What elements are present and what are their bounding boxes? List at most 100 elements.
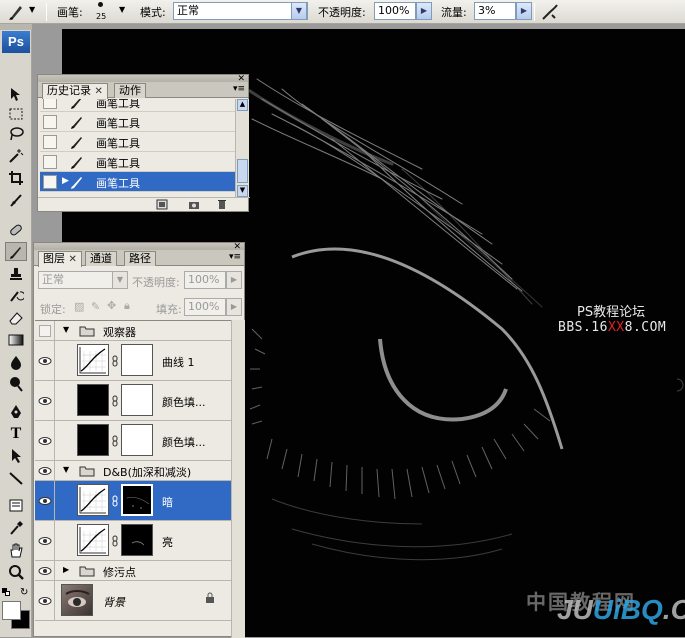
healing-brush-icon[interactable] — [5, 220, 27, 239]
history-source-checkbox[interactable] — [43, 115, 57, 129]
slice-tool-icon[interactable] — [5, 190, 27, 209]
layer-group-row[interactable]: ▼ D&B(加深和减淡) — [35, 461, 231, 481]
layer-visibility-toggle[interactable] — [35, 581, 55, 620]
blur-tool-icon[interactable] — [5, 352, 27, 371]
swap-colors-icon[interactable]: ↻ — [20, 587, 28, 598]
tab-paths[interactable]: 路径 — [124, 251, 156, 266]
history-source-checkbox[interactable] — [43, 99, 57, 109]
dodge-tool-icon[interactable] — [5, 374, 27, 393]
magic-wand-icon[interactable] — [5, 146, 27, 165]
brush-dropdown-icon[interactable]: ▼ — [119, 5, 125, 14]
layer-visibility-toggle[interactable] — [35, 381, 55, 420]
layers-panel-menu-icon[interactable]: ▾≡ — [229, 252, 241, 262]
history-panel-menu-icon[interactable]: ▾≡ — [233, 84, 245, 94]
layer-visibility-toggle[interactable] — [35, 561, 55, 580]
lock-pixels-icon[interactable]: ✎ — [91, 300, 100, 313]
tab-history[interactable]: 历史记录 ✕ — [42, 83, 108, 99]
layer-visibility-toggle[interactable] — [35, 521, 55, 560]
link-chain-icon[interactable] — [112, 495, 118, 510]
default-colors-icon[interactable] — [2, 588, 10, 596]
hand-tool-icon[interactable] — [5, 540, 27, 559]
layer-group-row[interactable]: ▶ 修污点 — [35, 561, 231, 581]
history-panel-titlebar[interactable] — [38, 75, 248, 82]
foreground-color-swatch[interactable] — [2, 601, 21, 620]
flow-slider-button[interactable]: ▶ — [516, 2, 532, 20]
notes-tool-icon[interactable] — [5, 496, 27, 515]
history-state[interactable]: ▶ 画笔工具 — [40, 172, 249, 192]
lock-all-icon[interactable]: 🔒︎ — [124, 299, 130, 313]
new-snapshot-icon[interactable] — [188, 199, 200, 213]
zoom-tool-icon[interactable] — [5, 562, 27, 581]
fill-slider[interactable]: ▶ — [226, 298, 242, 316]
history-state[interactable]: 画笔工具 — [40, 99, 249, 112]
layer-row[interactable]: 背景 — [35, 581, 231, 621]
history-state[interactable]: 画笔工具 — [40, 132, 249, 152]
marquee-tool-icon[interactable] — [5, 104, 27, 123]
layer-mask-thumbnail[interactable] — [121, 344, 153, 376]
layer-row[interactable]: 暗 — [35, 481, 231, 521]
eyedropper-icon[interactable] — [5, 518, 27, 537]
layer-opacity-input[interactable]: 100% — [184, 271, 226, 289]
tab-channels[interactable]: 通道 — [85, 251, 117, 266]
layer-opacity-slider[interactable]: ▶ — [226, 271, 242, 289]
layer-row[interactable]: 亮 — [35, 521, 231, 561]
group-collapsed-icon[interactable]: ▶ — [63, 565, 69, 574]
opacity-slider-button[interactable]: ▶ — [416, 2, 432, 20]
layer-visibility-toggle[interactable] — [35, 461, 55, 480]
flow-input[interactable]: 3% — [474, 2, 516, 20]
layer-group-row[interactable]: ▼ 观察器 — [35, 321, 231, 341]
delete-state-icon[interactable] — [216, 199, 228, 213]
layer-mask-thumbnail[interactable] — [121, 484, 153, 516]
clone-stamp-icon[interactable] — [5, 264, 27, 283]
history-source-checkbox[interactable] — [43, 155, 57, 169]
layers-panel-titlebar[interactable] — [34, 243, 244, 250]
mode-dropdown-icon[interactable]: ▼ — [291, 2, 307, 20]
layer-visibility-toggle[interactable] — [35, 341, 55, 380]
link-chain-icon[interactable] — [112, 395, 118, 410]
link-chain-icon[interactable] — [112, 355, 118, 370]
link-chain-icon[interactable] — [112, 435, 118, 450]
history-source-checkbox[interactable] — [43, 135, 57, 149]
line-tool-icon[interactable] — [5, 468, 27, 487]
opacity-input[interactable]: 100% — [374, 2, 416, 20]
type-tool-icon[interactable]: T — [5, 424, 27, 443]
mode-select[interactable]: 正常 — [173, 2, 308, 20]
preset-dropdown-icon[interactable]: ▼ — [29, 5, 35, 14]
history-brush-icon[interactable] — [5, 286, 27, 305]
eraser-tool-icon[interactable] — [5, 308, 27, 327]
gradient-tool-icon[interactable] — [5, 330, 27, 349]
move-tool-icon[interactable] — [5, 84, 27, 103]
lock-transparency-icon[interactable]: ▨ — [74, 300, 84, 313]
lasso-tool-icon[interactable] — [5, 124, 27, 143]
history-state[interactable]: 画笔工具 — [40, 112, 249, 132]
layer-visibility-toggle[interactable] — [35, 321, 55, 340]
layer-mask-thumbnail[interactable] — [121, 524, 153, 556]
layer-row[interactable]: 颜色填... — [35, 421, 231, 461]
airbrush-icon[interactable] — [540, 2, 560, 25]
lock-position-icon[interactable]: ✥ — [107, 299, 116, 312]
layer-visibility-toggle[interactable] — [35, 421, 55, 460]
toolbox-title-bar[interactable] — [0, 24, 32, 30]
layer-row[interactable]: 颜色填... — [35, 381, 231, 421]
pen-tool-icon[interactable] — [5, 402, 27, 421]
group-expanded-icon[interactable]: ▼ — [63, 325, 69, 334]
brush-tool-preset-icon[interactable] — [6, 2, 26, 25]
layer-mask-thumbnail[interactable] — [121, 424, 153, 456]
path-selection-icon[interactable] — [5, 446, 27, 465]
layer-mask-thumbnail[interactable] — [121, 384, 153, 416]
tab-actions[interactable]: 动作 — [114, 83, 146, 98]
history-scrollbar[interactable]: ▲ ▼ — [235, 99, 249, 197]
tab-close-icon[interactable]: ✕ — [69, 254, 77, 265]
layers-scrollbar[interactable] — [231, 320, 245, 638]
history-state[interactable]: 画笔工具 — [40, 152, 249, 172]
scroll-down-icon[interactable]: ▼ — [237, 185, 248, 197]
tab-layers[interactable]: 图层 ✕ — [38, 251, 82, 267]
new-document-from-state-icon[interactable] — [156, 199, 168, 213]
scroll-up-icon[interactable]: ▲ — [237, 99, 248, 111]
history-source-checkbox[interactable] — [43, 175, 57, 189]
blend-mode-dropdown-icon[interactable]: ▼ — [112, 271, 128, 289]
fill-input[interactable]: 100% — [184, 298, 226, 316]
photoshop-logo[interactable]: Ps — [2, 31, 30, 53]
brush-preview-dot[interactable] — [98, 2, 103, 7]
link-chain-icon[interactable] — [112, 535, 118, 550]
